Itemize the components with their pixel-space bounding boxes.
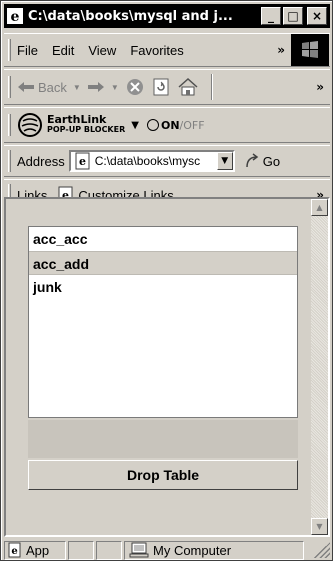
go-arrow-icon [245,153,258,168]
computer-icon [129,542,149,558]
toolbar-separator [210,74,213,100]
status-pane-3 [96,540,122,560]
table-listbox[interactable]: acc_acc acc_add junk [28,226,298,418]
address-bar: Address e C:\data\books\mysc ▼ Go [4,145,330,177]
svg-text:e: e [11,546,17,557]
page-body: acc_acc acc_add junk Drop Table [6,199,311,535]
title-bar[interactable]: e C:\data\books\mysql and j... _ □ × [4,4,330,28]
back-dropdown-icon[interactable]: ▼ [73,83,81,92]
standard-buttons-bar: Back ▼ ▼ » [4,69,330,105]
status-text-pane: e App [4,540,66,560]
ie-icon: e [7,8,23,25]
minimize-icon: _ [268,9,274,23]
maximize-icon: □ [287,9,299,23]
close-icon: × [311,9,323,23]
address-input[interactable]: e C:\data\books\mysc ▼ [68,150,235,172]
toolbar-grip[interactable] [8,39,11,61]
page-icon: e [75,152,90,170]
svg-text:e: e [79,155,86,168]
address-label: Address [17,153,65,169]
refresh-button[interactable] [151,77,171,97]
svg-text:e: e [11,9,20,25]
forward-button[interactable]: ▼ [87,80,119,94]
popup-blocker-bar: EarthLink POP-UP BLOCKER ▼ ON /OFF [4,107,330,143]
page-content: acc_acc acc_add junk Drop Table ▲ ▼ [4,197,330,537]
navbar-more-chevron-icon[interactable]: » [316,80,324,94]
status-pane-2 [68,540,94,560]
scroll-up-icon[interactable]: ▲ [311,199,328,216]
list-item[interactable]: acc_acc [29,227,297,251]
menu-favorites[interactable]: Favorites [130,43,183,58]
menu-edit[interactable]: Edit [52,43,74,58]
radio-icon [146,119,159,131]
status-bar: e App My Computer [4,540,330,560]
status-app-label: App [26,542,50,558]
close-button[interactable]: × [307,7,327,25]
list-item[interactable]: junk [29,275,297,299]
vertical-scrollbar[interactable]: ▲ ▼ [311,199,328,535]
scroll-down-icon[interactable]: ▼ [311,518,328,535]
list-item[interactable]: acc_add [29,251,297,275]
menu-file[interactable]: File [17,43,38,58]
status-zone-label: My Computer [153,542,232,558]
earthlink-logo-icon [18,113,42,137]
browser-window: e C:\data\books\mysql and j... _ □ × Fil… [0,0,333,561]
go-button[interactable]: Go [245,153,280,169]
onoff-toggle[interactable]: ON /OFF [146,118,205,132]
forward-arrow-icon [87,82,104,92]
stop-button[interactable] [125,77,145,97]
empty-panel [28,420,298,458]
address-dropdown-icon[interactable]: ▼ [216,152,233,170]
earthlink-brand[interactable]: EarthLink POP-UP BLOCKER [47,113,126,135]
address-value: C:\data\books\mysc [94,154,201,168]
brand-line1: EarthLink [47,113,107,126]
minimize-button[interactable]: _ [261,7,281,25]
toolbar-grip[interactable] [8,114,11,136]
forward-dropdown-icon[interactable]: ▼ [111,83,119,92]
menu-view[interactable]: View [88,43,116,58]
toolbar-grip[interactable] [8,150,11,172]
back-arrow-icon [18,82,34,92]
page-icon: e [8,542,21,558]
maximize-button[interactable]: □ [283,7,303,25]
go-label: Go [262,153,281,169]
windows-logo-icon [291,34,329,66]
back-label: Back [38,79,67,95]
resize-grip-icon[interactable] [314,542,330,558]
stop-icon [126,79,143,95]
home-button[interactable] [177,77,199,97]
home-icon [178,77,198,96]
drop-table-button[interactable]: Drop Table [28,460,298,490]
on-label: ON [160,118,180,132]
menu-bar: File Edit View Favorites » [4,33,330,67]
menu-more-chevron-icon[interactable]: » [277,43,285,57]
brand-dropdown-icon[interactable]: ▼ [131,120,139,131]
toolbar-grip[interactable] [8,76,11,98]
status-zone-pane: My Computer [124,540,304,560]
back-button[interactable]: Back ▼ [17,80,81,95]
refresh-icon [153,78,169,96]
window-title: C:\data\books\mysql and j... [28,8,233,24]
brand-line2: POP-UP BLOCKER [47,125,126,134]
off-label: /OFF [179,118,205,132]
